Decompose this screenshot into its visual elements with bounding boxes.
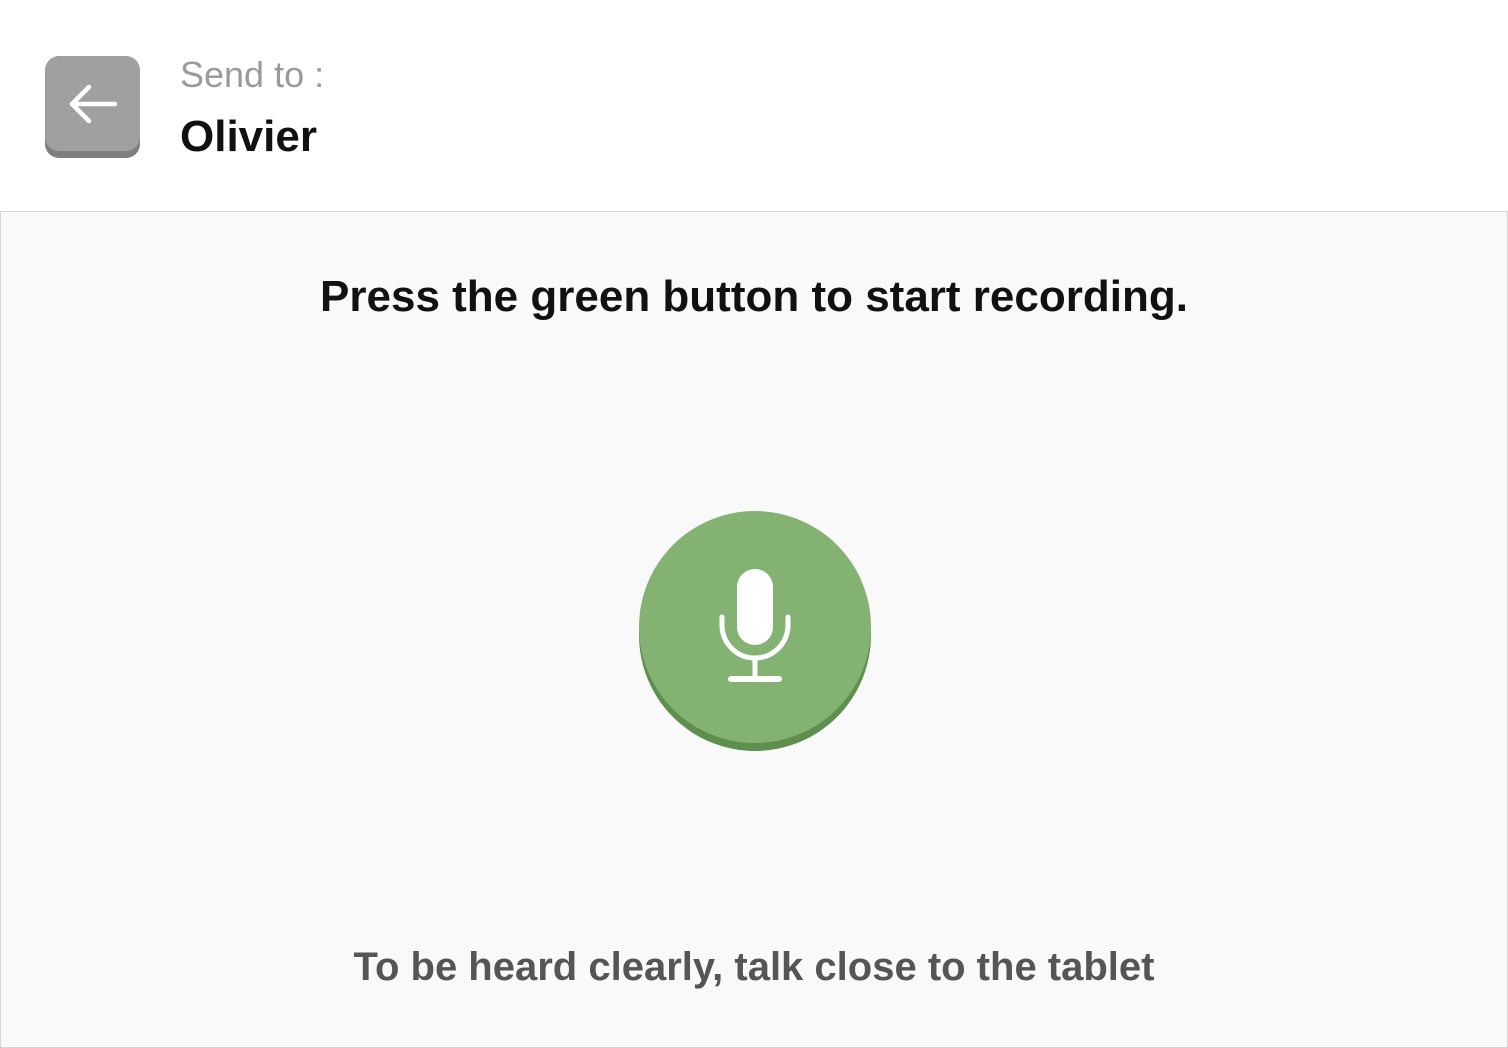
back-button[interactable] (45, 56, 140, 151)
recipient-name: Olivier (180, 112, 317, 161)
hint-text: To be heard clearly, talk close to the t… (353, 945, 1155, 989)
send-to-label: Send to : (180, 54, 325, 95)
header: Send to : Olivier (0, 0, 1508, 211)
record-button[interactable] (639, 511, 871, 743)
microphone-icon (715, 565, 795, 690)
recording-panel: Press the green button to start recordin… (0, 211, 1508, 1048)
arrow-left-icon (67, 82, 119, 126)
instruction-text: Press the green button to start recordin… (320, 272, 1188, 321)
